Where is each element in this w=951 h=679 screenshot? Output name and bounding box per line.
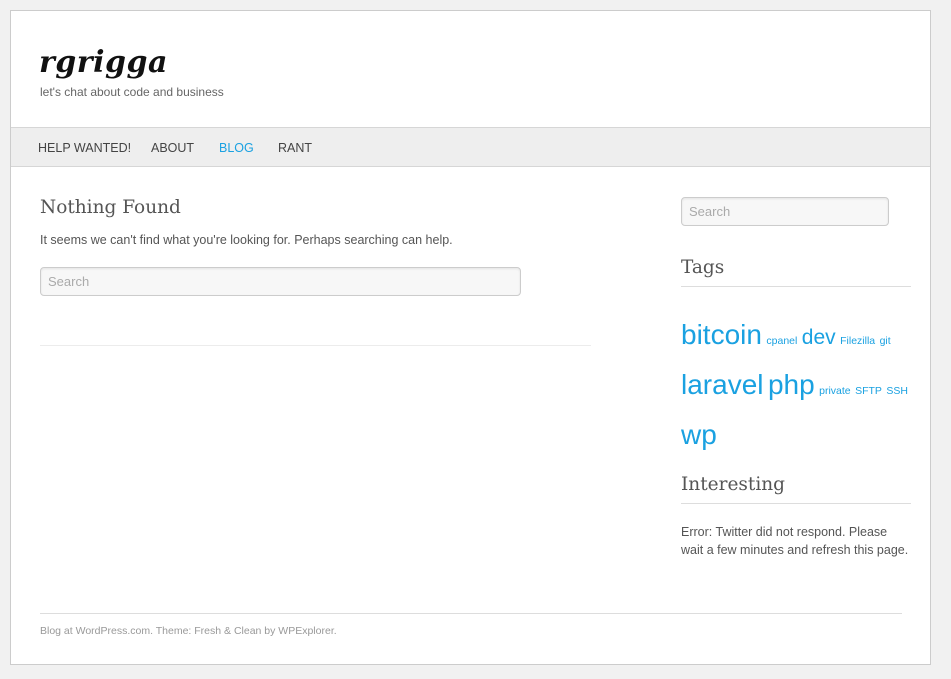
tag-php[interactable]: php <box>768 369 815 400</box>
tag-dev[interactable]: dev <box>802 326 836 349</box>
not-found-message: It seems we can't find what you're looki… <box>40 233 453 247</box>
interesting-widget-title: Interesting <box>681 474 911 504</box>
tag-sftp[interactable]: SFTP <box>855 385 882 397</box>
tag-cloud: bitcoin cpanel dev Filezilla git laravel… <box>681 313 921 462</box>
tag-cpanel[interactable]: cpanel <box>766 335 797 347</box>
tag-git[interactable]: git <box>880 335 891 347</box>
main-search-input[interactable] <box>40 267 521 296</box>
site-logo[interactable]: rgrigga <box>39 45 168 80</box>
twitter-error-message: Error: Twitter did not respond. Please w… <box>681 525 909 557</box>
site-header: rgrigga let's chat about code and busine… <box>11 11 930 128</box>
page-title: Nothing Found <box>40 197 181 218</box>
nav-item-blog[interactable]: BLOG <box>219 141 254 155</box>
tag-bitcoin[interactable]: bitcoin <box>681 319 762 350</box>
tag-wp[interactable]: wp <box>681 419 717 450</box>
page-container: rgrigga let's chat about code and busine… <box>10 10 931 665</box>
tag-laravel[interactable]: laravel <box>681 369 763 400</box>
site-tagline: let's chat about code and business <box>40 85 224 99</box>
sidebar-search-input[interactable] <box>681 197 889 226</box>
nav-item-help-wanted[interactable]: HELP WANTED! <box>38 141 131 155</box>
nav-item-about[interactable]: ABOUT <box>151 141 194 155</box>
content-divider <box>40 345 591 346</box>
tag-ssh[interactable]: SSH <box>886 385 908 397</box>
tags-widget-title: Tags <box>681 257 911 287</box>
footer-divider <box>40 613 902 614</box>
wordpress-link[interactable]: Blog at WordPress.com. <box>40 625 153 637</box>
main-nav: HELP WANTED! ABOUT BLOG RANT <box>11 127 930 167</box>
tag-filezilla[interactable]: Filezilla <box>840 335 875 347</box>
theme-credit-link[interactable]: Theme: Fresh & Clean by WPExplorer. <box>156 625 337 637</box>
site-footer: Blog at WordPress.com. Theme: Fresh & Cl… <box>40 625 337 637</box>
tag-private[interactable]: private <box>819 385 851 397</box>
nav-item-rant[interactable]: RANT <box>278 141 312 155</box>
